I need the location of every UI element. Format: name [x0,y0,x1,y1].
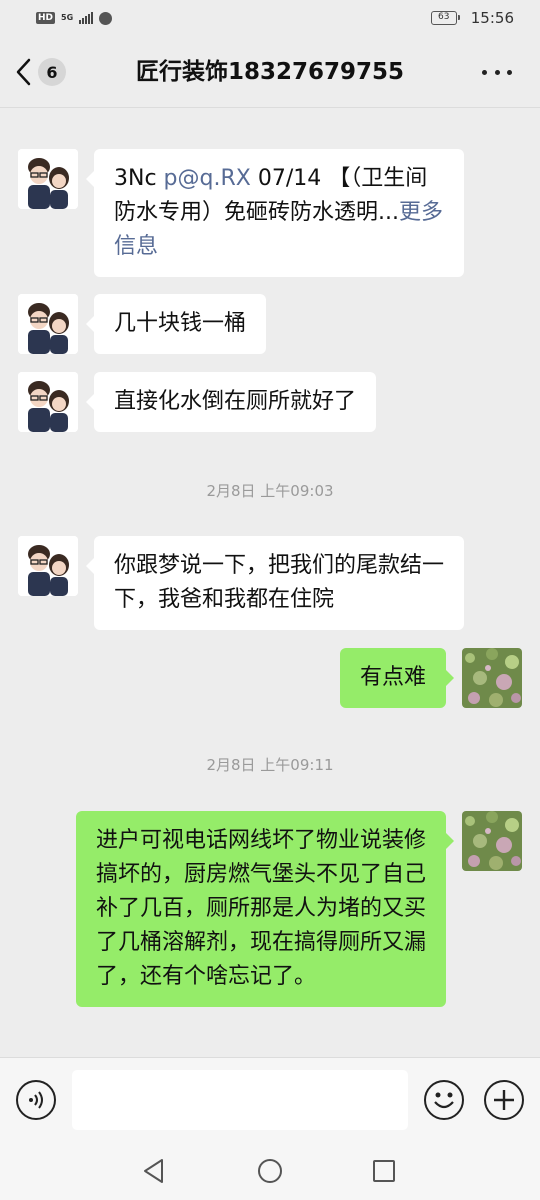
signal-icon [79,12,94,24]
message-bubble-received[interactable]: 3Nc p@q.RX 07/14 【（卫生间防水专用）免砸砖防水透明...更多信… [86,149,464,277]
message-bubble-received[interactable]: 几十块钱一桶 [85,294,267,354]
emoji-icon[interactable] [424,1080,464,1120]
my-avatar[interactable] [462,648,522,708]
message-bubble-sent[interactable]: 进户可视电话网线坏了物业说装修搞坏的，厨房燃气堡头不见了自己补了几百，厕所那是人… [76,811,454,1007]
nav-back-icon[interactable] [142,1158,166,1184]
contact-avatar[interactable] [18,536,78,596]
status-right: 63 15:56 [430,9,514,27]
network-type: 5G [61,13,74,22]
notification-icon [99,11,113,25]
input-bar [0,1057,540,1142]
nav-recent-icon[interactable] [373,1160,395,1182]
contact-avatar[interactable] [18,294,78,354]
my-avatar[interactable] [462,811,522,871]
system-navigation [0,1142,540,1200]
message-input[interactable] [72,1070,408,1130]
more-dots-icon[interactable] [482,62,512,82]
unread-badge: 6 [38,58,66,86]
plus-icon[interactable] [484,1080,524,1120]
timestamp: 2月8日 上午09:03 [206,482,334,500]
status-bar: HD 5G 63 15:56 [0,0,540,36]
link-text[interactable]: p@q.RX [164,166,251,191]
status-left: HD 5G [36,11,113,25]
nav-home-icon[interactable] [258,1159,282,1183]
back-chevron-icon [16,58,31,86]
message-bubble-received[interactable]: 你跟梦说一下，把我们的尾款结一下，我爸和我都在住院 [86,536,464,630]
back-button[interactable]: 6 [14,52,66,92]
clock: 15:56 [470,9,514,27]
message-bubble-received[interactable]: 直接化水倒在厕所就好了 [85,372,377,432]
chat-header: 匠行装饰18327679755 6 [0,36,540,108]
hd-icon: HD [36,12,56,24]
battery-icon: 63 [430,11,460,25]
chat-title: 匠行装饰18327679755 [135,59,405,85]
timestamp: 2月8日 上午09:11 [206,756,334,774]
message-list[interactable]: 3Nc p@q.RX 07/14 【（卫生间防水专用）免砸砖防水透明...更多信… [0,109,540,1057]
contact-avatar[interactable] [18,149,78,209]
contact-avatar[interactable] [18,372,78,432]
voice-icon[interactable] [16,1080,56,1120]
message-bubble-sent[interactable]: 有点难 [339,648,455,708]
